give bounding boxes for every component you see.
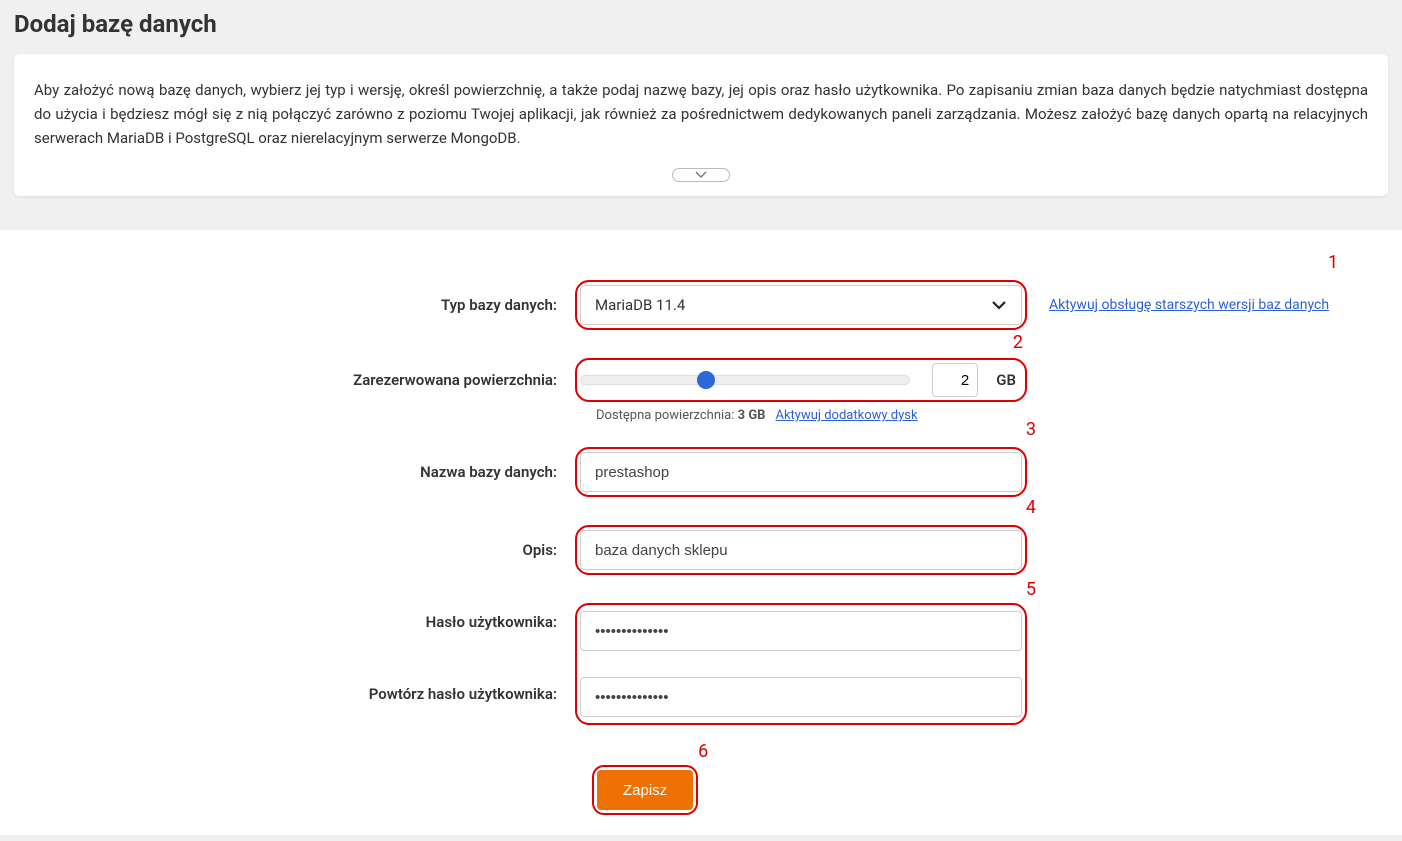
- password-repeat-label: Powtórz hasło użytkownika:: [0, 685, 575, 703]
- page-title: Dodaj bazę danych: [14, 10, 1388, 38]
- description-label: Opis:: [0, 541, 575, 559]
- password-repeat-input[interactable]: [580, 677, 1022, 717]
- annotation-3: 3: [1026, 419, 1036, 440]
- slider-thumb[interactable]: [697, 371, 715, 389]
- info-card: Aby założyć nową bazę danych, wybierz je…: [14, 54, 1388, 196]
- description-input[interactable]: [580, 530, 1022, 570]
- annotation-5: 5: [1026, 579, 1036, 600]
- chevron-down-icon: [695, 171, 707, 179]
- db-type-value: MariaDB 11.4: [595, 296, 685, 314]
- expand-button[interactable]: [672, 168, 730, 182]
- legacy-versions-link[interactable]: Aktywuj obsługę starszych wersji baz dan…: [1049, 297, 1329, 313]
- password-label: Hasło użytkownika:: [0, 603, 575, 631]
- db-name-input[interactable]: [580, 452, 1022, 492]
- available-space-hint: Dostępna powierzchnia: 3 GB: [596, 408, 765, 423]
- password-input[interactable]: [580, 611, 1022, 651]
- additional-disk-link[interactable]: Aktywuj dodatkowy dysk: [775, 408, 917, 423]
- db-type-select[interactable]: MariaDB 11.4: [580, 285, 1022, 325]
- save-button[interactable]: Zapisz: [597, 770, 693, 810]
- annotation-6: 6: [698, 741, 708, 762]
- reserved-space-label: Zarezerwowana powierzchnia:: [0, 371, 575, 389]
- form-panel: Typ bazy danych: 1 MariaDB 11.4 Aktywuj …: [0, 230, 1402, 835]
- db-type-label: Typ bazy danych:: [0, 296, 575, 314]
- reserved-space-value[interactable]: [932, 363, 978, 397]
- info-description: Aby założyć nową bazę danych, wybierz je…: [34, 78, 1368, 150]
- chevron-down-icon: [991, 300, 1007, 310]
- annotation-4: 4: [1026, 497, 1036, 518]
- reserved-space-unit: GB: [996, 371, 1016, 389]
- annotation-1: 1: [1328, 252, 1338, 273]
- reserved-space-slider[interactable]: [580, 375, 910, 385]
- db-name-label: Nazwa bazy danych:: [0, 463, 575, 481]
- annotation-2: 2: [1013, 332, 1023, 353]
